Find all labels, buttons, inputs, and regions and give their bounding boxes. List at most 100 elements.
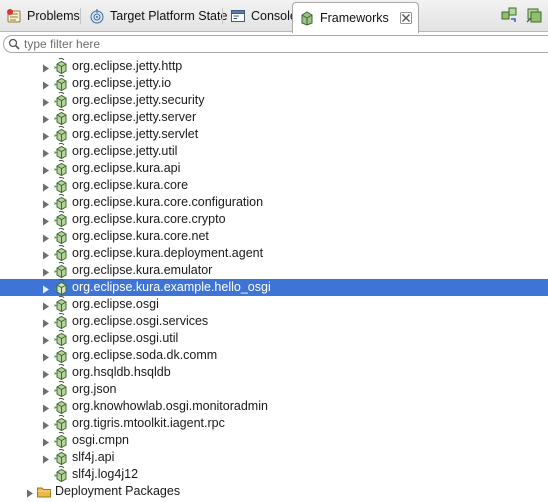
expand-triangle-icon[interactable] <box>42 368 50 379</box>
bundle-icon <box>53 380 69 398</box>
bundle-label: org.eclipse.kura.core.crypto <box>72 212 226 226</box>
expand-triangle-icon[interactable] <box>42 232 50 243</box>
bundle-icon <box>53 278 69 296</box>
expand-triangle-icon[interactable] <box>26 487 34 498</box>
bundle-icon <box>53 74 69 92</box>
connect-framework-button[interactable] <box>524 5 544 25</box>
expand-triangle-icon[interactable] <box>42 164 50 175</box>
bundle-icon <box>53 414 69 432</box>
expand-triangle-icon[interactable] <box>42 334 50 345</box>
tree-row[interactable]: slf4j.log4j12 <box>0 465 548 483</box>
bundle-label: slf4j.api <box>72 450 115 464</box>
expand-triangle-icon[interactable] <box>42 300 50 311</box>
tree-row[interactable]: org.hsqldb.hsqldb <box>0 363 548 381</box>
bundle-label: org.eclipse.kura.core <box>72 178 189 192</box>
close-icon[interactable] <box>399 12 412 24</box>
filter-input[interactable] <box>20 37 504 51</box>
bundle-icon <box>53 159 69 177</box>
expand-triangle-icon[interactable] <box>42 62 50 73</box>
bundle-label: org.tigris.mtoolkit.iagent.rpc <box>72 416 225 430</box>
tree-row[interactable]: org.eclipse.jetty.security <box>0 91 548 109</box>
refresh-framework-button[interactable] <box>499 5 519 25</box>
expand-triangle-icon[interactable] <box>42 402 50 413</box>
expand-triangle-icon[interactable] <box>42 385 50 396</box>
expand-triangle-icon[interactable] <box>42 79 50 90</box>
expand-triangle-icon[interactable] <box>42 147 50 158</box>
bundle-icon <box>53 57 69 75</box>
bundle-label: org.eclipse.kura.core.configuration <box>72 195 264 209</box>
expand-triangle-icon[interactable] <box>42 113 50 124</box>
expand-triangle-icon[interactable] <box>42 436 50 447</box>
bundle-label: org.eclipse.jetty.http <box>72 59 183 73</box>
tree-row[interactable]: org.eclipse.jetty.util <box>0 142 548 160</box>
expand-triangle-icon[interactable] <box>42 130 50 141</box>
refresh-framework-icon <box>501 7 517 22</box>
expand-triangle-icon[interactable] <box>42 283 50 294</box>
tree-row[interactable]: org.eclipse.jetty.servlet <box>0 125 548 143</box>
expand-triangle-icon[interactable] <box>42 351 50 362</box>
bundle-icon <box>53 295 69 313</box>
bundle-icon <box>53 125 69 143</box>
bundle-label: org.eclipse.kura.example.hello_osgi <box>72 280 271 294</box>
expand-triangle-icon[interactable] <box>42 215 50 226</box>
bundle-label: org.eclipse.kura.core.net <box>72 229 209 243</box>
tree-row[interactable]: slf4j.api <box>0 448 548 466</box>
bundle-icon <box>53 346 69 364</box>
tree-row[interactable]: org.json <box>0 380 548 398</box>
tree-row[interactable]: org.eclipse.kura.deployment.agent <box>0 244 548 262</box>
expand-triangle-icon[interactable] <box>42 317 50 328</box>
tree-row[interactable]: org.tigris.mtoolkit.iagent.rpc <box>0 414 548 432</box>
bundle-label: org.eclipse.jetty.security <box>72 93 205 107</box>
bundle-icon <box>53 176 69 194</box>
bundle-icon <box>53 448 69 466</box>
bundle-icon <box>53 193 69 211</box>
view-tab-bar: Problems Target Platform State Console F… <box>0 0 548 33</box>
tree-row[interactable]: org.eclipse.osgi <box>0 295 548 313</box>
bundle-label: org.eclipse.jetty.server <box>72 110 197 124</box>
tab-separator <box>80 8 81 24</box>
bundle-icon <box>53 244 69 262</box>
search-icon <box>8 38 20 50</box>
tab-frameworks[interactable]: Frameworks <box>292 2 419 33</box>
expand-triangle-icon[interactable] <box>42 419 50 430</box>
tree-row[interactable]: org.eclipse.kura.core.net <box>0 227 548 245</box>
bundle-icon <box>53 210 69 228</box>
tab-problems[interactable]: Problems <box>0 3 86 29</box>
bundle-label: org.eclipse.osgi.util <box>72 331 179 345</box>
expand-triangle-icon[interactable] <box>42 181 50 192</box>
console-icon <box>231 10 245 22</box>
tree-row[interactable]: org.eclipse.kura.core.configuration <box>0 193 548 211</box>
tree-row[interactable]: osgi.cmpn <box>0 431 548 449</box>
expand-triangle-icon[interactable] <box>42 453 50 464</box>
tree-row[interactable]: org.eclipse.jetty.io <box>0 74 548 92</box>
expand-triangle-icon[interactable] <box>42 96 50 107</box>
tree-row-deployment-packages[interactable]: Deployment Packages <box>0 483 548 500</box>
tree-row[interactable]: org.eclipse.kura.core <box>0 176 548 194</box>
tree-row[interactable]: org.knowhowlab.osgi.monitoradmin <box>0 397 548 415</box>
bundle-label: org.eclipse.kura.api <box>72 161 181 175</box>
bundle-icon <box>53 431 69 449</box>
frameworks-tree[interactable]: org.eclipse.jetty.http org.eclipse.jetty… <box>0 50 548 502</box>
expand-triangle-icon[interactable] <box>42 198 50 209</box>
tab-label: Console <box>251 9 297 23</box>
tree-row[interactable]: org.eclipse.osgi.services <box>0 312 548 330</box>
expand-triangle-icon[interactable] <box>42 249 50 260</box>
tree-row[interactable]: org.eclipse.soda.dk.comm <box>0 346 548 364</box>
tree-row[interactable]: org.eclipse.kura.api <box>0 159 548 177</box>
tree-row[interactable]: org.eclipse.jetty.server <box>0 108 548 126</box>
bundle-label: slf4j.log4j12 <box>72 467 139 481</box>
expand-triangle-icon[interactable] <box>42 266 50 277</box>
target-platform-icon <box>90 9 104 24</box>
problems-icon <box>7 9 21 23</box>
deployment-packages-label: Deployment Packages <box>55 484 181 498</box>
tree-row-selected[interactable]: org.eclipse.kura.example.hello_osgi <box>0 278 548 296</box>
tree-row[interactable]: org.eclipse.kura.core.crypto <box>0 210 548 228</box>
tree-row[interactable]: org.eclipse.osgi.util <box>0 329 548 347</box>
bundle-icon <box>53 91 69 109</box>
bundle-label: org.eclipse.jetty.io <box>72 76 172 90</box>
tree-row[interactable]: org.eclipse.jetty.http <box>0 57 548 75</box>
bundle-icon <box>53 397 69 415</box>
frameworks-icon <box>301 11 313 26</box>
tab-target-platform-state[interactable]: Target Platform State <box>83 3 233 29</box>
tree-row[interactable]: org.eclipse.kura.emulator <box>0 261 548 279</box>
